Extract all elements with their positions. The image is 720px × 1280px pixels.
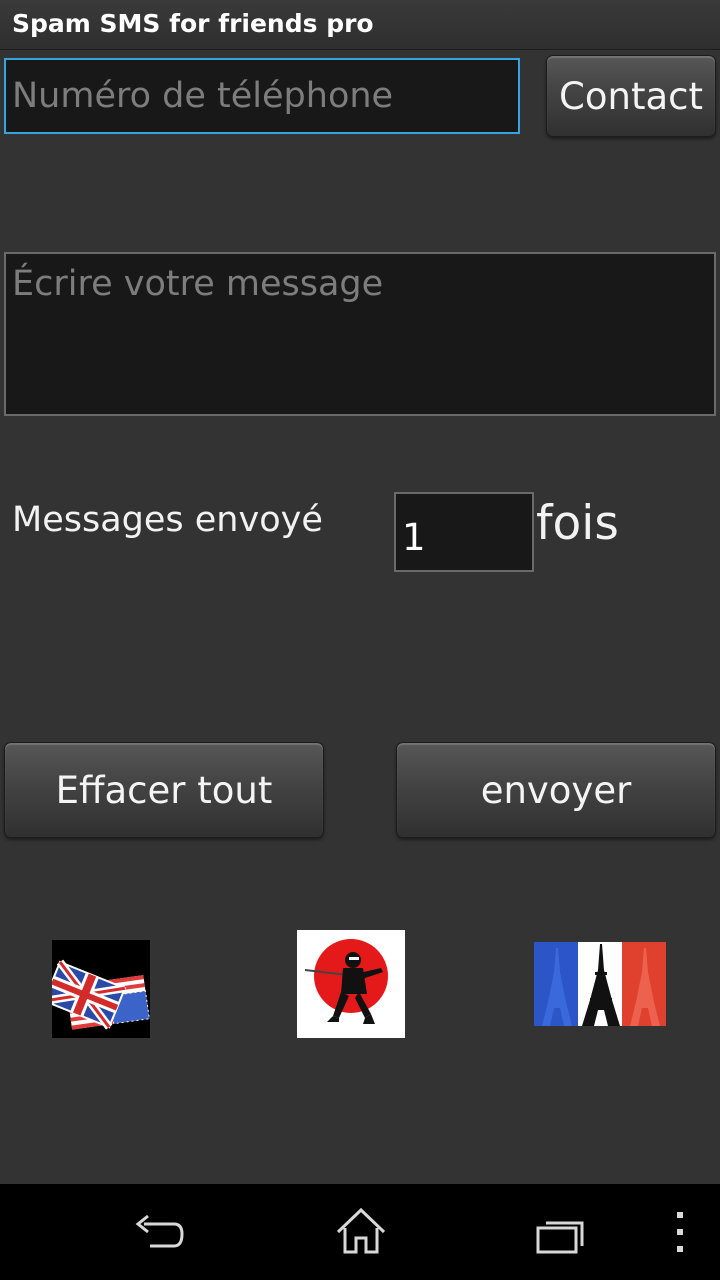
message-input[interactable] [4, 252, 716, 416]
repeat-count-input[interactable] [394, 492, 534, 572]
times-label: fois [536, 496, 619, 551]
send-button[interactable]: envoyer [396, 742, 716, 838]
clear-all-button[interactable]: Effacer tout [4, 742, 324, 838]
contact-button[interactable]: Contact [546, 55, 716, 137]
phone-number-input[interactable] [4, 58, 520, 134]
home-icon[interactable] [334, 1206, 388, 1258]
uk-us-flags-icon[interactable] [52, 940, 150, 1038]
japanese-ninja-icon[interactable] [297, 930, 405, 1038]
app-title: Spam SMS for friends pro [12, 9, 374, 38]
back-icon[interactable] [130, 1210, 190, 1258]
overflow-menu-icon[interactable] [670, 1210, 690, 1254]
french-flag-eiffel-icon[interactable] [534, 942, 666, 1026]
title-bar: Spam SMS for friends pro [0, 0, 720, 50]
messages-sent-label: Messages envoyé [12, 500, 323, 540]
app-screen: Spam SMS for friends pro Contact Message… [0, 0, 720, 1280]
recent-apps-icon[interactable] [534, 1216, 586, 1256]
